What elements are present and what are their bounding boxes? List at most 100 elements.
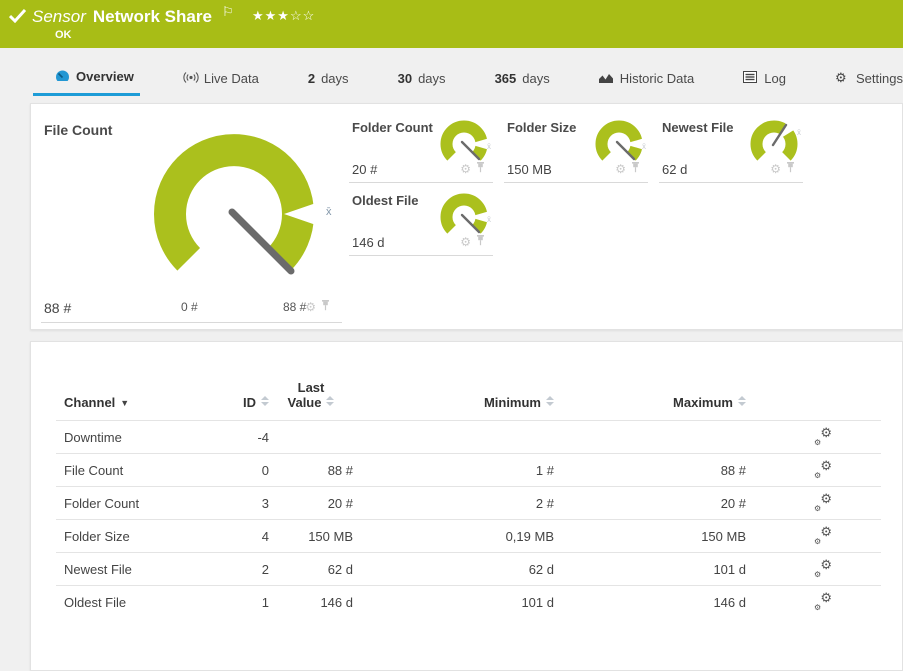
channel-minimum <box>353 421 554 454</box>
channel-minimum: 1 # <box>353 454 554 487</box>
tab-label: days <box>321 71 348 86</box>
gauge-value: 150 MB <box>507 162 552 177</box>
gauge-settings-gear-icon[interactable]: ⚙ <box>305 301 316 313</box>
tab-label: Historic Data <box>620 71 694 86</box>
table-row-folder-size: Folder Size 4 150 MB 0,19 MB 150 MB ⚙⚙ <box>56 520 881 553</box>
channel-settings-icon[interactable]: ⚙⚙ <box>814 461 832 477</box>
channel-settings-icon[interactable]: ⚙⚙ <box>814 428 832 444</box>
channel-table-panel: Channel▼ ID Last Value Minimum Maximum <box>30 341 903 671</box>
tab-365-days[interactable]: 365 days <box>495 60 550 96</box>
tab-label: days <box>418 71 445 86</box>
average-marker: x̄ <box>642 142 646 151</box>
tab-overview[interactable]: Overview <box>55 60 134 96</box>
gauge-cell-oldest-file: Oldest File x̄ 146 d ⚙ <box>349 189 493 256</box>
stars-filled: ★★★ <box>252 8 290 23</box>
pin-icon[interactable] <box>321 298 330 316</box>
object-kind-label: Sensor <box>32 7 86 26</box>
gauges-panel: File Count x̄ 0 # 88 # 88 # ⚙ Folder Cou… <box>30 103 903 330</box>
gauge-scale-min: 0 # <box>181 300 198 314</box>
column-header-channel[interactable]: Channel▼ <box>56 380 216 421</box>
column-header-last-value[interactable]: Last Value <box>269 380 353 421</box>
gear-icon: ⚙ <box>835 71 850 85</box>
file-count-gauge <box>149 134 319 304</box>
sensor-tab-bar: Overview Live Data 2 days 30 days 365 da… <box>55 60 903 96</box>
pin-icon[interactable] <box>631 160 640 178</box>
flag-icon[interactable]: ⚐ <box>222 4 234 20</box>
channel-settings-icon[interactable]: ⚙⚙ <box>814 494 832 510</box>
channel-name: Oldest File <box>56 586 216 619</box>
tab-2-days[interactable]: 2 days <box>308 60 349 96</box>
gauge-title: Oldest File <box>352 193 418 208</box>
channel-name: File Count <box>56 454 216 487</box>
sort-icon <box>546 396 554 406</box>
tab-label: days <box>522 71 549 86</box>
pin-icon[interactable] <box>476 233 485 251</box>
tab-label: Settings <box>856 71 903 86</box>
sensor-status-text: OK <box>55 29 72 41</box>
channel-id: 0 <box>216 454 269 487</box>
gauge-cell-folder-size: Folder Size x̄ 150 MB ⚙ <box>504 116 648 183</box>
log-list-icon <box>743 71 758 85</box>
average-marker: x̄ <box>487 215 491 224</box>
gauge-scale-max: 88 # <box>283 300 306 314</box>
tab-label: Log <box>764 71 786 86</box>
sensor-name: Network Share <box>93 7 212 26</box>
channel-last-value: 62 d <box>269 553 353 586</box>
tab-label: Overview <box>76 69 134 84</box>
channel-maximum: 150 MB <box>554 520 746 553</box>
tab-30-days[interactable]: 30 days <box>398 60 446 96</box>
average-marker: x̄ <box>326 206 332 218</box>
gauge-title: Folder Size <box>507 120 576 135</box>
average-marker: x̄ <box>487 142 491 151</box>
channel-minimum: 0,19 MB <box>353 520 554 553</box>
area-chart-icon <box>599 71 614 85</box>
sort-icon <box>261 396 269 406</box>
tab-live-data[interactable]: Live Data <box>183 60 259 96</box>
gauge-settings-gear-icon[interactable]: ⚙ <box>460 163 471 175</box>
tab-historic-data[interactable]: Historic Data <box>599 60 694 96</box>
pin-icon[interactable] <box>786 160 795 178</box>
gauge-icon <box>55 70 70 84</box>
tab-label: Live Data <box>204 71 259 86</box>
channel-settings-icon[interactable]: ⚙⚙ <box>814 593 832 609</box>
stars-empty: ☆☆ <box>290 8 315 23</box>
sort-icon <box>326 396 334 406</box>
channel-name: Newest File <box>56 553 216 586</box>
sensor-status-bar: Sensor Network Share ⚐ ★★★☆☆ OK <box>0 0 903 48</box>
channel-id: 2 <box>216 553 269 586</box>
table-row-oldest-file: Oldest File 1 146 d 101 d 146 d ⚙⚙ <box>56 586 881 619</box>
tab-settings[interactable]: ⚙ Settings <box>835 60 903 96</box>
channel-id: -4 <box>216 421 269 454</box>
pin-icon[interactable] <box>476 160 485 178</box>
channel-last-value: 150 MB <box>269 520 353 553</box>
channel-last-value <box>269 421 353 454</box>
gauge-cell-folder-count: Folder Count x̄ 20 # ⚙ <box>349 116 493 183</box>
channel-name: Folder Size <box>56 520 216 553</box>
status-ok-check-icon <box>9 9 26 28</box>
tab-log[interactable]: Log <box>743 60 786 96</box>
channel-minimum: 62 d <box>353 553 554 586</box>
gauge-value: 62 d <box>662 162 687 177</box>
column-header-maximum[interactable]: Maximum <box>554 380 746 421</box>
priority-stars[interactable]: ★★★☆☆ <box>252 8 315 24</box>
channel-name: Downtime <box>56 421 216 454</box>
channel-table: Channel▼ ID Last Value Minimum Maximum <box>56 380 881 619</box>
table-row-file-count: File Count 0 88 # 1 # 88 # ⚙⚙ <box>56 454 881 487</box>
channel-settings-icon[interactable]: ⚙⚙ <box>814 527 832 543</box>
gauge-cell-newest-file: Newest File x̄ 62 d ⚙ <box>659 116 803 183</box>
channel-name: Folder Count <box>56 487 216 520</box>
gauge-settings-gear-icon[interactable]: ⚙ <box>770 163 781 175</box>
column-header-minimum[interactable]: Minimum <box>353 380 554 421</box>
channel-id: 1 <box>216 586 269 619</box>
channel-last-value: 88 # <box>269 454 353 487</box>
column-header-id[interactable]: ID <box>216 380 269 421</box>
gauge-settings-gear-icon[interactable]: ⚙ <box>460 236 471 248</box>
gauge-value: 88 # <box>44 300 71 316</box>
broadcast-icon <box>183 71 198 85</box>
channel-settings-icon[interactable]: ⚙⚙ <box>814 560 832 576</box>
channel-last-value: 20 # <box>269 487 353 520</box>
gauge-cell-file-count: File Count x̄ 0 # 88 # 88 # ⚙ <box>41 116 342 323</box>
gauge-settings-gear-icon[interactable]: ⚙ <box>615 163 626 175</box>
table-row-downtime: Downtime -4 ⚙⚙ <box>56 421 881 454</box>
channel-maximum: 101 d <box>554 553 746 586</box>
